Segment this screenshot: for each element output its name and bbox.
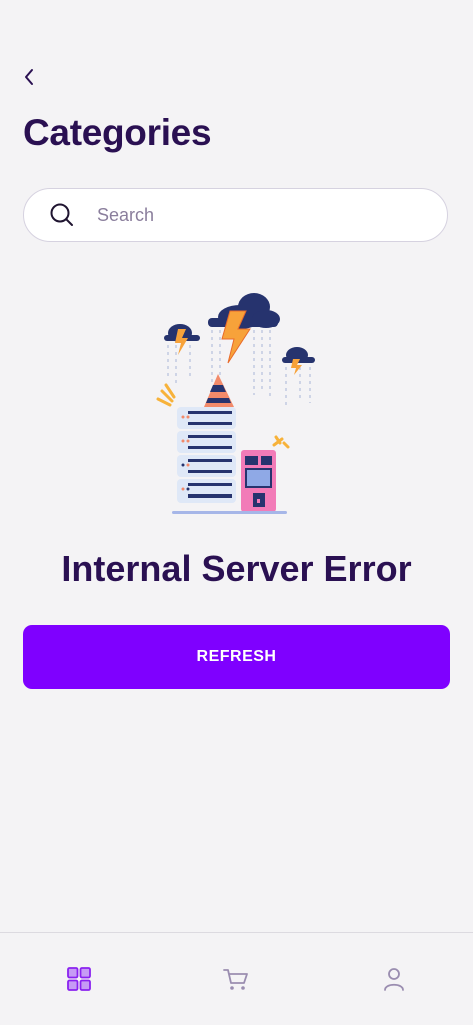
server-cabinet-icon <box>241 450 276 512</box>
search-input[interactable] <box>95 203 399 227</box>
user-icon <box>384 968 405 991</box>
page-title: Categories <box>23 112 212 153</box>
search-icon <box>49 202 75 228</box>
error-title: Internal Server Error <box>61 548 412 589</box>
nav-item-categories[interactable] <box>39 949 119 1009</box>
traffic-cone-icon <box>204 374 234 407</box>
refresh-button[interactable]: REFRESH <box>23 625 450 689</box>
chevron-left-icon <box>25 69 33 85</box>
lightning-icon <box>175 310 302 375</box>
search-bar[interactable] <box>23 188 448 242</box>
storm-cloud-icon <box>164 293 315 363</box>
back-button[interactable] <box>18 66 40 88</box>
server-rack-icon <box>177 407 236 503</box>
bottom-nav <box>0 932 473 1025</box>
nav-item-profile[interactable] <box>354 949 434 1009</box>
server-error-illustration <box>156 293 315 514</box>
cart-icon <box>223 969 249 990</box>
grid-icon <box>66 967 91 991</box>
nav-item-cart[interactable] <box>196 949 276 1009</box>
